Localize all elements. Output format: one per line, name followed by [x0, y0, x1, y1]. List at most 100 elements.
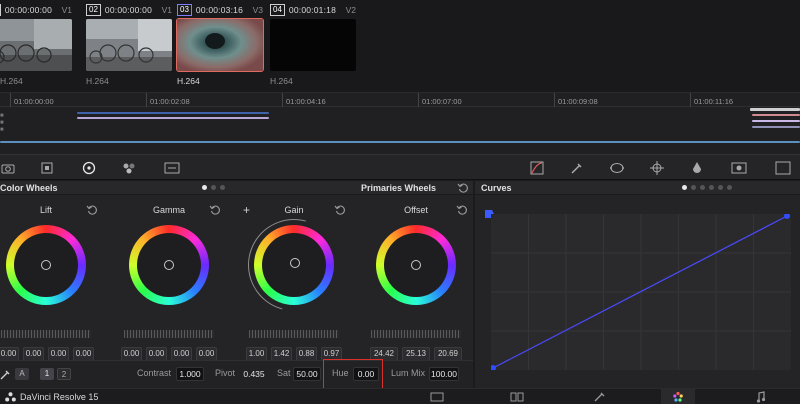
color-page-icon[interactable] [661, 389, 695, 404]
fairlight-page-icon[interactable] [744, 389, 778, 404]
curves-header: Curves [475, 181, 800, 195]
gamma-value-y[interactable]: 0.00 [121, 347, 142, 361]
curves-panel: Curves [475, 181, 800, 388]
contrast-field[interactable]: 1.000 [176, 367, 204, 381]
offset-master-wheel[interactable] [371, 330, 461, 338]
clip-image[interactable] [0, 19, 72, 71]
reset-icon[interactable] [86, 204, 98, 216]
clip-image[interactable] [270, 19, 356, 71]
gamma-values: 0.00 0.00 0.00 0.00 [114, 347, 224, 361]
qualifier-icon[interactable] [568, 159, 586, 177]
window-icon[interactable] [608, 159, 626, 177]
clip-timecode: 00:00:01:18 [288, 4, 337, 15]
reset-all-icon[interactable] [457, 182, 469, 194]
timeline-clip-v1b[interactable] [752, 126, 800, 128]
blur-icon[interactable] [688, 159, 706, 177]
clip-thumbnail-03[interactable]: 03 00:00:03:16 V3 H.264 [176, 3, 264, 86]
gain-value-r[interactable]: 1.42 [271, 347, 292, 361]
clip-thumbnail-02[interactable]: 02 00:00:00:00 V1 H.264 [86, 3, 172, 86]
clip-thumbnail-04[interactable]: 04 00:00:01:18 V2 H.264 [270, 3, 356, 86]
lum-mix-field[interactable]: 100.00 [429, 367, 459, 381]
clip-image[interactable] [176, 18, 264, 72]
contrast-label: Contrast [137, 368, 172, 378]
key-icon[interactable] [730, 159, 748, 177]
gamma-value-r[interactable]: 0.00 [146, 347, 167, 361]
gain-color-wheel[interactable] [254, 225, 334, 305]
gamma-color-wheel[interactable] [129, 225, 209, 305]
clip-thumbnail-01[interactable]: 01 00:00:00:00 V1 H.264 [0, 3, 72, 86]
page-dot[interactable] [202, 185, 207, 190]
offset-value-g[interactable]: 25.13 [402, 347, 430, 361]
timeline-ruler[interactable]: 01:00:00:00 01:00:02:08 01:00:04:16 01:0… [0, 93, 800, 107]
tracker-icon[interactable] [648, 159, 666, 177]
offset-color-wheel[interactable] [376, 225, 456, 305]
lift-value-b[interactable]: 0.00 [73, 347, 94, 361]
lift-master-wheel[interactable] [1, 330, 91, 338]
gain-value-y[interactable]: 1.00 [246, 347, 267, 361]
page-dot[interactable] [691, 185, 696, 190]
color-match-icon[interactable] [38, 159, 56, 177]
ruler-tick-line [554, 93, 555, 107]
lift-value-g[interactable]: 0.00 [48, 347, 69, 361]
wheel-puck[interactable] [41, 260, 51, 270]
page-dot[interactable] [718, 185, 723, 190]
timeline-clip-v2b[interactable] [752, 120, 800, 122]
page-dot[interactable] [211, 185, 216, 190]
timeline-clip-v1[interactable] [0, 141, 800, 143]
page-1-button[interactable]: 1 [40, 368, 54, 380]
page-dot[interactable] [220, 185, 225, 190]
reset-icon[interactable] [334, 204, 346, 216]
mini-timeline[interactable]: 01:00:00:00 01:00:02:08 01:00:04:16 01:0… [0, 92, 800, 154]
timeline-clip-v4[interactable] [750, 108, 800, 111]
clip-codec: H.264 [86, 76, 109, 86]
clip-timecode: 00:00:00:00 [4, 4, 53, 15]
clip-image[interactable] [86, 19, 172, 71]
gamma-master-wheel[interactable] [124, 330, 214, 338]
gamma-value-b[interactable]: 0.00 [196, 347, 217, 361]
rgb-mixer-icon[interactable] [120, 159, 138, 177]
page-dot[interactable] [682, 185, 687, 190]
curves-icon[interactable] [528, 159, 546, 177]
offset-value-b[interactable]: 20.69 [434, 347, 462, 361]
gamma-value-g[interactable]: 0.00 [171, 347, 192, 361]
ruler-tick-line [146, 93, 147, 107]
pivot-field[interactable]: 0.435 [240, 367, 268, 381]
fusion-page-icon[interactable] [582, 389, 616, 404]
curve-point-black [491, 365, 496, 370]
edit-page-icon[interactable] [500, 389, 534, 404]
ruler-tick-line [282, 93, 283, 107]
lift-value-y[interactable]: 0.00 [0, 347, 19, 361]
page-dot[interactable] [709, 185, 714, 190]
page-dot[interactable] [727, 185, 732, 190]
eyedropper-icon[interactable] [0, 368, 12, 380]
page-dot[interactable] [700, 185, 705, 190]
sat-field[interactable]: 50.00 [293, 367, 321, 381]
page-2-button[interactable]: 2 [57, 368, 71, 380]
wheel-puck[interactable] [164, 260, 174, 270]
wheels-mode-select[interactable]: Primaries Wheels [361, 183, 436, 193]
camera-raw-icon[interactable] [0, 159, 18, 177]
timeline-clip-v3[interactable] [77, 112, 269, 114]
gain-value-g[interactable]: 0.88 [296, 347, 317, 361]
auto-balance-button[interactable]: A [15, 368, 29, 380]
app-name: DaVinci Resolve 15 [20, 392, 99, 402]
lift-color-wheel[interactable] [6, 225, 86, 305]
gain-master-wheel[interactable] [249, 330, 339, 338]
reset-icon[interactable] [209, 204, 221, 216]
curves-page-dots[interactable] [682, 185, 732, 190]
wheel-puck[interactable] [290, 258, 300, 268]
sizing-icon[interactable] [774, 159, 792, 177]
timeline-clip-v3b[interactable] [752, 114, 800, 116]
media-page-icon[interactable] [420, 389, 454, 404]
lift-wheel-group: + Lift 0.00 0.00 0.00 0.00 Y R G B [0, 201, 101, 373]
color-wheels-icon[interactable] [80, 159, 98, 177]
reset-icon[interactable] [456, 204, 468, 216]
lift-value-r[interactable]: 0.00 [23, 347, 44, 361]
wheel-puck[interactable] [411, 260, 421, 270]
status-bar: DaVinci Resolve 15 [0, 388, 800, 404]
palette-page-dots[interactable] [202, 185, 225, 190]
curves-graph[interactable] [491, 214, 791, 370]
ruler-timecode: 01:00:07:00 [422, 97, 462, 106]
motion-effects-icon[interactable] [163, 159, 181, 177]
timeline-clip-v2[interactable] [77, 117, 269, 119]
